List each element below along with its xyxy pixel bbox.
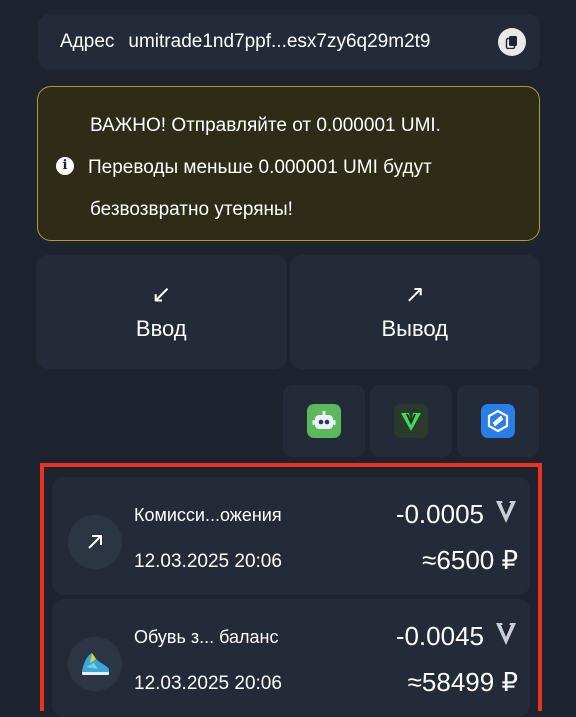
copy-icon[interactable] [498, 28, 526, 56]
transaction-row[interactable]: Комисси...ожения 12.03.2025 20:06 -0.000… [52, 477, 530, 595]
umi-coin-icon [496, 501, 516, 523]
transaction-title: Комисси...ожения [134, 505, 282, 525]
transaction-row[interactable]: Обувь з... баланс 12.03.2025 20:06 -0.00… [52, 599, 530, 717]
transaction-amount: -0.0045 [395, 621, 484, 651]
address-value[interactable]: umitrade1nd7ppf...esx7zy6q29m2t9 [128, 31, 490, 53]
bot-shortcuts [283, 385, 539, 457]
transaction-title: Обувь з... баланс [134, 627, 279, 647]
warning-line-1: ВАЖНО! Отправляйте от 0.000001 UMI. [90, 115, 441, 136]
warning-box: ВАЖНО! Отправляйте от 0.000001 UMI. i Пер… [37, 86, 540, 241]
transaction-fiat-amount: ≈58499 ₽ [407, 667, 518, 697]
umi-coin-icon [496, 623, 516, 645]
hexagon-bot-icon [481, 404, 515, 438]
transaction-amount: -0.0005 [395, 499, 484, 529]
bot-tile-robot[interactable] [283, 385, 365, 457]
arrow-up-right-icon: ↗ [404, 281, 425, 308]
address-bar: Адрес umitrade1nd7ppf...esx7zy6q29m2t9 [38, 14, 540, 70]
action-buttons: ↙ Ввод ↗ Вывод [36, 255, 540, 369]
transaction-list: Комисси...ожения 12.03.2025 20:06 -0.000… [40, 463, 542, 717]
sneaker-icon [68, 637, 122, 691]
warning-line-3: безвозвратно утеряны! [90, 199, 293, 220]
info-icon: i [56, 156, 74, 175]
transaction-date: 12.03.2025 20:06 [134, 551, 282, 572]
transaction-fiat-amount: ≈6500 ₽ [422, 545, 518, 575]
deposit-label: Ввод [135, 316, 187, 341]
bot-tile-v[interactable] [370, 385, 452, 457]
address-label: Адрес [60, 31, 115, 52]
transaction-date: 12.03.2025 20:06 [134, 673, 282, 694]
withdraw-button[interactable]: ↗ Вывод [289, 255, 540, 369]
warning-line-2: Переводы меньше 0.000001 UMI будут [88, 157, 432, 178]
arrow-up-right-icon [68, 515, 122, 569]
withdraw-label: Вывод [381, 316, 448, 341]
v-logo-bot-icon [394, 404, 428, 438]
deposit-button[interactable]: ↙ Ввод [36, 255, 287, 369]
robot-bot-icon [307, 404, 341, 438]
arrow-down-left-icon: ↙ [151, 281, 172, 308]
bot-tile-hex[interactable] [457, 385, 539, 457]
